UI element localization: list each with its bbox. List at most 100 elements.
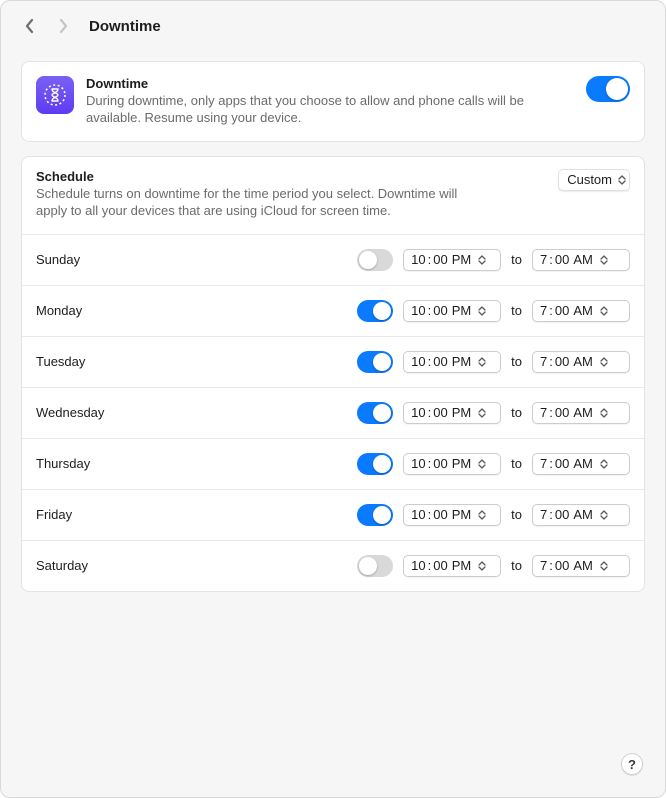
- to-ampm: AM: [570, 354, 593, 369]
- to-label: to: [501, 252, 532, 267]
- day-controls: 10:00PMto7:00AM: [357, 351, 630, 373]
- from-hour: 10: [411, 558, 425, 573]
- from-ampm: PM: [449, 507, 472, 522]
- to-label: to: [501, 303, 532, 318]
- day-controls: 10:00PMto7:00AM: [357, 402, 630, 424]
- time-stepper-icon: [600, 459, 612, 469]
- time-colon: :: [548, 303, 554, 318]
- day-toggle[interactable]: [357, 453, 393, 475]
- downtime-icon: [36, 76, 74, 114]
- day-name: Tuesday: [36, 354, 357, 369]
- time-colon: :: [548, 558, 554, 573]
- from-ampm: PM: [449, 354, 472, 369]
- from-minute: 00: [433, 405, 447, 420]
- help-button[interactable]: ?: [621, 753, 643, 775]
- from-minute: 00: [433, 252, 447, 267]
- toggle-knob: [359, 557, 377, 575]
- day-controls: 10:00PMto7:00AM: [357, 300, 630, 322]
- to-time-picker[interactable]: 7:00AM: [532, 453, 630, 475]
- day-rows: Sunday10:00PMto7:00AMMonday10:00PMto7:00…: [22, 234, 644, 591]
- time-stepper-icon: [478, 306, 490, 316]
- schedule-mode-select[interactable]: Custom: [558, 169, 630, 191]
- time-stepper-icon: [478, 510, 490, 520]
- day-name: Saturday: [36, 558, 357, 573]
- to-time-picker[interactable]: 7:00AM: [532, 249, 630, 271]
- to-minute: 00: [555, 558, 569, 573]
- to-hour: 7: [540, 507, 547, 522]
- to-time-picker[interactable]: 7:00AM: [532, 300, 630, 322]
- time-colon: :: [548, 354, 554, 369]
- downtime-title: Downtime: [86, 76, 574, 91]
- toggle-knob: [373, 353, 391, 371]
- day-row: Tuesday10:00PMto7:00AM: [22, 336, 644, 387]
- schedule-mode-label: Custom: [567, 172, 612, 187]
- time-stepper-icon: [478, 408, 490, 418]
- time-stepper-icon: [600, 408, 612, 418]
- from-ampm: PM: [449, 558, 472, 573]
- from-minute: 00: [433, 558, 447, 573]
- day-row: Monday10:00PMto7:00AM: [22, 285, 644, 336]
- schedule-description: Schedule turns on downtime for the time …: [36, 186, 466, 220]
- to-time-picker[interactable]: 7:00AM: [532, 402, 630, 424]
- day-toggle[interactable]: [357, 300, 393, 322]
- from-time-picker[interactable]: 10:00PM: [403, 402, 501, 424]
- from-time-picker[interactable]: 10:00PM: [403, 555, 501, 577]
- time-colon: :: [548, 456, 554, 471]
- to-label: to: [501, 456, 532, 471]
- time-colon: :: [548, 405, 554, 420]
- from-ampm: PM: [449, 405, 472, 420]
- from-ampm: PM: [449, 303, 472, 318]
- day-toggle[interactable]: [357, 555, 393, 577]
- time-colon: :: [427, 354, 433, 369]
- from-time-picker[interactable]: 10:00PM: [403, 351, 501, 373]
- toggle-knob: [373, 455, 391, 473]
- schedule-header: Schedule Schedule turns on downtime for …: [22, 157, 644, 234]
- from-time-picker[interactable]: 10:00PM: [403, 453, 501, 475]
- settings-window: Downtime Downtime During downtime, only …: [0, 0, 666, 798]
- day-controls: 10:00PMto7:00AM: [357, 504, 630, 526]
- downtime-toggle[interactable]: [586, 76, 630, 102]
- to-time-picker[interactable]: 7:00AM: [532, 351, 630, 373]
- time-stepper-icon: [478, 459, 490, 469]
- day-toggle[interactable]: [357, 504, 393, 526]
- time-colon: :: [427, 507, 433, 522]
- to-ampm: AM: [570, 303, 593, 318]
- from-hour: 10: [411, 405, 425, 420]
- page-title: Downtime: [89, 18, 161, 35]
- back-button[interactable]: [15, 12, 43, 40]
- to-hour: 7: [540, 558, 547, 573]
- to-time-picker[interactable]: 7:00AM: [532, 555, 630, 577]
- from-time-picker[interactable]: 10:00PM: [403, 249, 501, 271]
- to-hour: 7: [540, 252, 547, 267]
- day-row: Wednesday10:00PMto7:00AM: [22, 387, 644, 438]
- schedule-header-text: Schedule Schedule turns on downtime for …: [36, 169, 548, 220]
- chevron-left-icon: [24, 18, 35, 34]
- day-toggle[interactable]: [357, 351, 393, 373]
- to-label: to: [501, 405, 532, 420]
- toggle-knob: [373, 404, 391, 422]
- downtime-hero: Downtime During downtime, only apps that…: [36, 76, 630, 127]
- to-ampm: AM: [570, 456, 593, 471]
- time-colon: :: [427, 405, 433, 420]
- to-label: to: [501, 558, 532, 573]
- downtime-subtitle: During downtime, only apps that you choo…: [86, 93, 574, 127]
- time-stepper-icon: [478, 357, 490, 367]
- day-toggle[interactable]: [357, 402, 393, 424]
- to-time-picker[interactable]: 7:00AM: [532, 504, 630, 526]
- from-time-picker[interactable]: 10:00PM: [403, 504, 501, 526]
- time-colon: :: [427, 558, 433, 573]
- from-hour: 10: [411, 456, 425, 471]
- from-hour: 10: [411, 252, 425, 267]
- to-minute: 00: [555, 354, 569, 369]
- from-time-picker[interactable]: 10:00PM: [403, 300, 501, 322]
- day-row: Sunday10:00PMto7:00AM: [22, 234, 644, 285]
- to-ampm: AM: [570, 252, 593, 267]
- to-minute: 00: [555, 507, 569, 522]
- forward-button[interactable]: [49, 12, 77, 40]
- time-stepper-icon: [600, 561, 612, 571]
- day-toggle[interactable]: [357, 249, 393, 271]
- to-label: to: [501, 507, 532, 522]
- day-name: Monday: [36, 303, 357, 318]
- from-hour: 10: [411, 354, 425, 369]
- to-ampm: AM: [570, 507, 593, 522]
